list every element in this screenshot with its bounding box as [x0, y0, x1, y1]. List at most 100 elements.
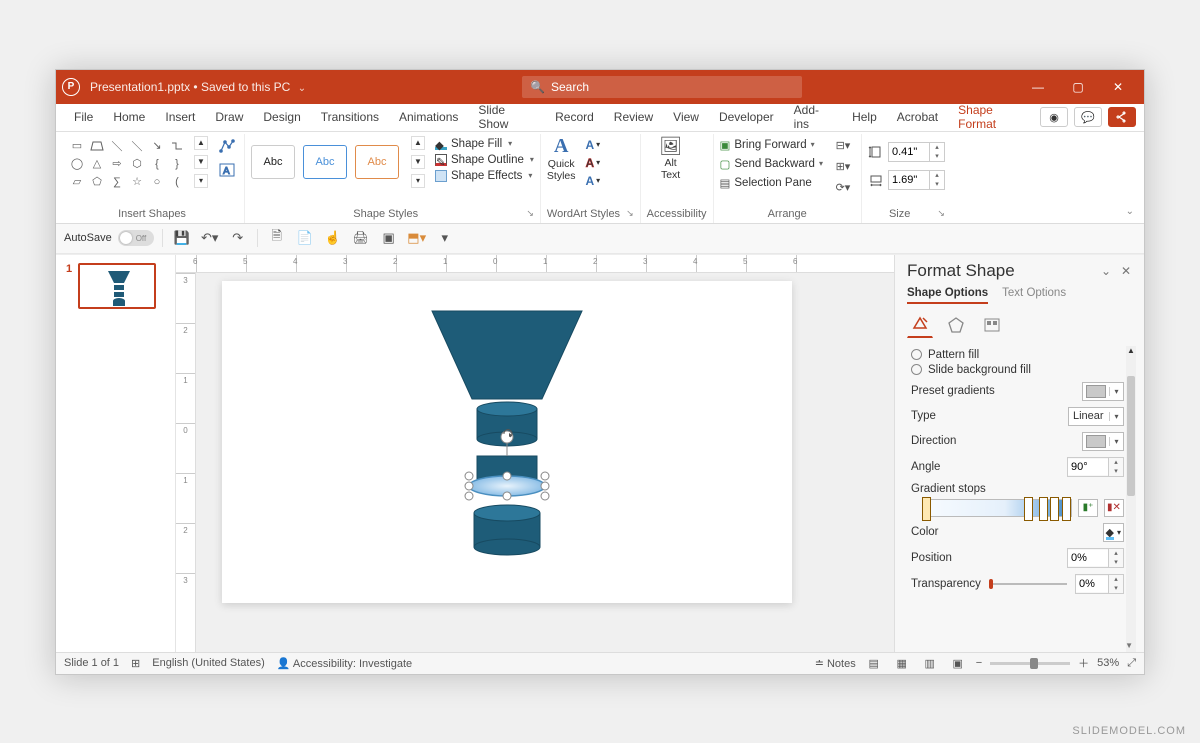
transparency-input[interactable]: ▴▾: [1075, 574, 1124, 594]
shape-brace2-icon[interactable]: }: [168, 156, 186, 172]
gradient-type-dropdown[interactable]: Linear▾: [1068, 407, 1124, 426]
selection-pane-button[interactable]: ▤Selection Pane: [720, 176, 823, 190]
tab-acrobat[interactable]: Acrobat: [887, 104, 948, 131]
preset-gradients-dropdown[interactable]: ▾: [1082, 382, 1124, 401]
search-input[interactable]: 🔍 Search: [522, 76, 802, 98]
align-button[interactable]: ⊟▾: [831, 138, 855, 154]
add-gradient-stop-button[interactable]: ▮⁺: [1078, 499, 1098, 517]
text-effects-button[interactable]: A▾: [586, 174, 601, 188]
shape-arrow-r-icon[interactable]: ⇨: [108, 156, 126, 172]
zoom-level[interactable]: 53%: [1097, 657, 1119, 669]
group-button[interactable]: ⊞▾: [831, 159, 855, 175]
comments-button[interactable]: 💬: [1074, 107, 1102, 127]
slide-bg-fill-radio[interactable]: Slide background fill: [911, 364, 1136, 376]
pane-scrollbar[interactable]: ▲: [1126, 346, 1136, 652]
layout-icon[interactable]: ⊞: [131, 657, 140, 670]
alt-text-button[interactable]: 🖼 Alt Text: [647, 136, 695, 182]
tab-view[interactable]: View: [663, 104, 709, 131]
document-title[interactable]: Presentation1.pptx • Saved to this PC ⌄: [90, 80, 306, 94]
effects-tab-icon[interactable]: [943, 312, 969, 338]
reading-view-button[interactable]: ▥: [920, 655, 940, 671]
shape-star-icon[interactable]: ☆: [128, 174, 146, 190]
direction-dropdown[interactable]: ▾: [1082, 432, 1124, 451]
gradient-stop-4[interactable]: [1050, 497, 1059, 521]
notes-button[interactable]: ≐ Notes: [815, 657, 856, 670]
qat-new-button[interactable]: 🗎: [266, 227, 288, 249]
gradient-stop-1[interactable]: [922, 497, 931, 521]
shape-hex-icon[interactable]: ⬡: [128, 156, 146, 172]
qat-more-button[interactable]: ▾: [434, 227, 456, 249]
gradient-stop-5[interactable]: [1062, 497, 1071, 521]
qat-present-button[interactable]: ▣: [378, 227, 400, 249]
pattern-fill-radio[interactable]: Pattern fill: [911, 349, 1136, 361]
shape-paren-icon[interactable]: (: [168, 174, 186, 190]
shape-line-icon[interactable]: ＼: [108, 138, 126, 154]
size-properties-tab-icon[interactable]: [979, 312, 1005, 338]
style-preset-1[interactable]: Abc: [251, 145, 295, 179]
slideshow-view-button[interactable]: ▣: [948, 655, 968, 671]
shape-line2-icon[interactable]: ＼: [128, 138, 146, 154]
style-gallery-scroll[interactable]: ▲▼▾: [411, 136, 425, 188]
shape-triangle-icon[interactable]: △: [88, 156, 106, 172]
tab-draw[interactable]: Draw: [205, 104, 253, 131]
size-launcher[interactable]: ↘: [937, 208, 945, 219]
shape-circle2-icon[interactable]: ○: [148, 174, 166, 190]
shape-fill-button[interactable]: ◆ Shape Fill▾: [435, 138, 534, 150]
slide-canvas[interactable]: [222, 281, 792, 603]
tab-developer[interactable]: Developer: [709, 104, 784, 131]
textbox-button[interactable]: A: [216, 160, 238, 180]
bring-forward-button[interactable]: ▣Bring Forward▾: [720, 138, 823, 152]
tab-file[interactable]: File: [64, 104, 103, 131]
tab-review[interactable]: Review: [604, 104, 663, 131]
angle-input[interactable]: ▴▾: [1067, 457, 1124, 477]
wordart-quick-styles-icon[interactable]: A: [554, 136, 568, 156]
qat-touch-button[interactable]: ☝: [322, 227, 344, 249]
save-button[interactable]: 💾: [171, 227, 193, 249]
shapes-gallery[interactable]: ▭ ＼ ＼ ↘ ◯ △ ⇨ ⬡ { } ▱ ⬠ ∑ ☆ ○: [66, 136, 188, 192]
transparency-slider[interactable]: [989, 583, 1067, 585]
shape-brace-icon[interactable]: {: [148, 156, 166, 172]
shape-effects-button[interactable]: Shape Effects▾: [435, 170, 534, 182]
tab-text-options[interactable]: Text Options: [1002, 287, 1066, 304]
autosave-toggle[interactable]: Off: [118, 230, 154, 246]
style-preset-3[interactable]: Abc: [355, 145, 399, 179]
text-fill-button[interactable]: A▾: [586, 138, 601, 152]
shape-connector-icon[interactable]: [168, 138, 186, 154]
shape-arrow-line-icon[interactable]: ↘: [148, 138, 166, 154]
height-input[interactable]: ▴▾: [888, 142, 945, 162]
position-input[interactable]: ▴▾: [1067, 548, 1124, 568]
qat-merge-button[interactable]: ⬒▾: [406, 227, 428, 249]
redo-button[interactable]: ↷: [227, 227, 249, 249]
shape-styles-launcher[interactable]: ↘: [526, 208, 534, 219]
slide-thumbnail-panel[interactable]: 1: [56, 255, 176, 652]
shape-callout-icon[interactable]: ▱: [68, 174, 86, 190]
zoom-slider[interactable]: [990, 662, 1070, 665]
width-input[interactable]: ▴▾: [888, 170, 945, 190]
shape-style-gallery[interactable]: Abc Abc Abc ▲▼▾: [251, 136, 425, 188]
shape-trapezoid-icon[interactable]: [88, 138, 106, 154]
shape-rect-icon[interactable]: ▭: [68, 138, 86, 154]
gradient-stop-3[interactable]: [1039, 497, 1048, 521]
accessibility-status[interactable]: 👤 Accessibility: Investigate: [277, 657, 412, 670]
tab-record[interactable]: Record: [545, 104, 604, 131]
style-preset-2[interactable]: Abc: [303, 145, 347, 179]
remove-gradient-stop-button[interactable]: ▮✕: [1104, 499, 1124, 517]
edit-shape-button[interactable]: [216, 136, 238, 156]
tab-design[interactable]: Design: [253, 104, 310, 131]
tab-home[interactable]: Home: [103, 104, 155, 131]
tab-shape-options[interactable]: Shape Options: [907, 287, 988, 304]
language-indicator[interactable]: English (United States): [152, 657, 265, 669]
pane-scroll-down[interactable]: ▼: [1125, 641, 1133, 650]
qat-print-button[interactable]: 🖨: [350, 227, 372, 249]
pane-options-button[interactable]: ⌄: [1096, 261, 1116, 281]
shape-pentagon-icon[interactable]: ⬠: [88, 174, 106, 190]
fit-to-window-button[interactable]: ⤢: [1127, 657, 1136, 670]
shape-sigma-icon[interactable]: ∑: [108, 174, 126, 190]
maximize-button[interactable]: ▢: [1058, 70, 1098, 104]
rotate-button[interactable]: ⟳▾: [831, 180, 855, 196]
tab-transitions[interactable]: Transitions: [311, 104, 389, 131]
shape-oval-icon[interactable]: ◯: [68, 156, 86, 172]
gallery-scroll[interactable]: ▲▼▾: [194, 136, 208, 188]
normal-view-button[interactable]: ▤: [864, 655, 884, 671]
gradient-stop-2[interactable]: [1024, 497, 1033, 521]
